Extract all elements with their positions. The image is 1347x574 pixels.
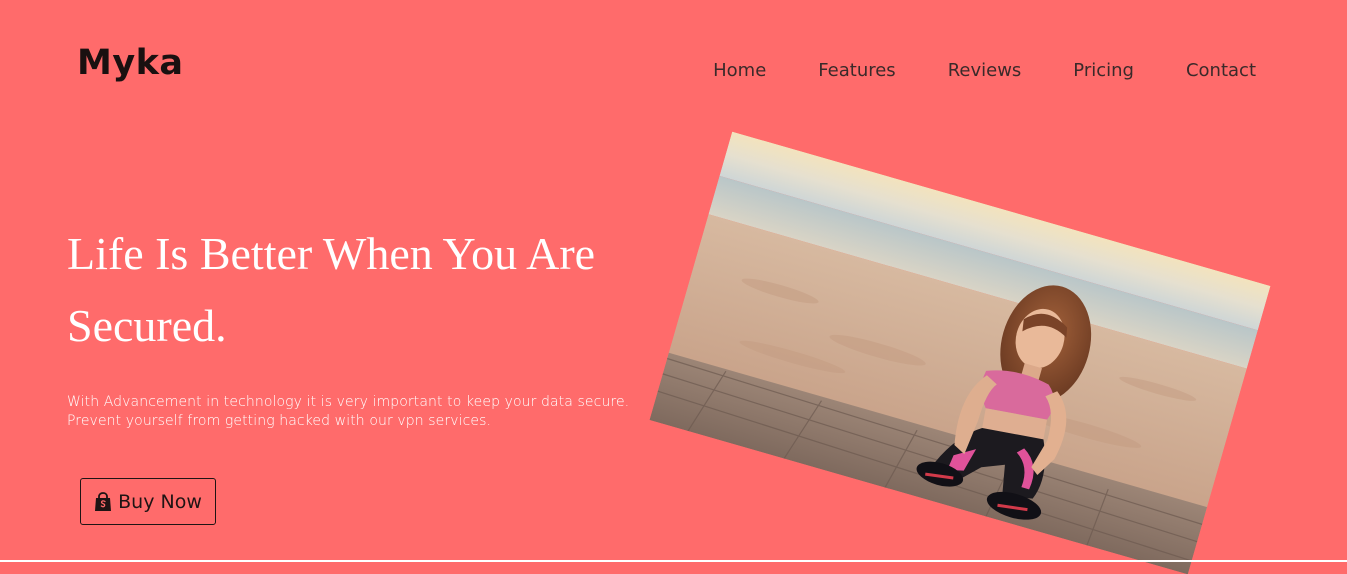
nav-link-features[interactable]: Features: [818, 60, 895, 82]
buy-now-label: Buy Now: [118, 490, 202, 513]
nav-link-contact[interactable]: Contact: [1186, 60, 1256, 82]
hero-title: Life Is Better When You Are Secured.: [67, 228, 596, 351]
main-nav: Home Features Reviews Pricing Contact: [713, 60, 1256, 82]
nav-link-reviews[interactable]: Reviews: [948, 60, 1022, 82]
nav-link-pricing[interactable]: Pricing: [1073, 60, 1134, 82]
nav-link-home[interactable]: Home: [713, 60, 766, 82]
hero-image: [649, 131, 1271, 574]
buy-now-button[interactable]: Buy Now: [80, 478, 216, 525]
hero-section: Myka Home Features Reviews Pricing Conta…: [0, 0, 1347, 574]
shopping-bag-icon: [94, 491, 112, 512]
brand-logo[interactable]: Myka: [77, 46, 184, 81]
hero-description: With Advancement in technology it is ver…: [67, 394, 630, 429]
